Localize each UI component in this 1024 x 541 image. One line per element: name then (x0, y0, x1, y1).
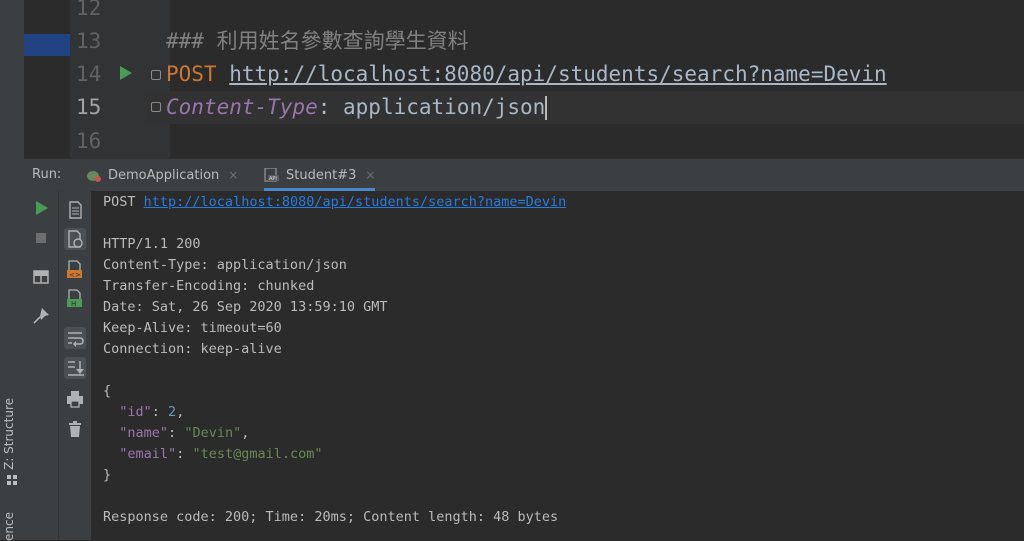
json-value: "test@gmail.com" (192, 446, 323, 462)
json-field: "name": "Devin", (119, 425, 250, 441)
tab-label: Student#3 (286, 168, 357, 183)
header-name: Content-Type (166, 95, 318, 119)
response-header: Keep-Alive: timeout=60 (103, 320, 282, 336)
tab-student-3[interactable]: API Student#3 × (264, 159, 376, 191)
spring-app-icon (87, 171, 101, 182)
response-console[interactable]: POST http://localhost:8080/api/students/… (91, 191, 1024, 540)
rerun-icon[interactable] (30, 197, 52, 219)
tool-tab-partial[interactable]: ence (2, 512, 16, 541)
request-link[interactable]: http://localhost:8080/api/students/searc… (144, 194, 567, 210)
response-toolbar: <> H (59, 191, 91, 540)
stop-icon[interactable] (30, 227, 52, 249)
response-summary: Response code: 200; Time: 20ms; Content … (103, 509, 559, 525)
tab-demo-application[interactable]: DemoApplication × (86, 159, 238, 191)
json-comma: , (241, 425, 250, 441)
status-line: HTTP/1.1 200 (103, 236, 201, 252)
print-icon[interactable] (64, 388, 86, 410)
svg-text:H: H (71, 300, 76, 308)
svg-text:<>: <> (69, 271, 81, 279)
trash-icon[interactable] (64, 418, 86, 440)
close-icon[interactable]: × (228, 168, 238, 182)
scroll-to-end-icon[interactable] (64, 357, 86, 379)
request-url[interactable]: http://localhost:8080/api/students/searc… (229, 62, 886, 86)
response-header: Date: Sat, 26 Sep 2020 13:59:10 GMT (103, 299, 388, 315)
html-file-icon[interactable]: H (64, 288, 86, 310)
fold-marker-icon[interactable] (151, 102, 161, 112)
line-number: 12 (76, 0, 102, 20)
editor-line: 15 Content-Type: application/json (24, 91, 1024, 124)
close-icon[interactable]: × (365, 168, 375, 182)
text-caret (545, 96, 548, 120)
json-comma: , (176, 404, 185, 420)
run-tool-window-header: Run: DemoApplication × API Student#3 × (24, 158, 1024, 192)
request-summary-line: POST http://localhost:8080/api/students/… (103, 192, 566, 213)
json-field: "email": "test@gmail.com" (119, 446, 323, 462)
json-open-brace: { (103, 383, 112, 399)
xml-file-icon[interactable]: <> (64, 259, 86, 281)
soft-wrap-icon[interactable] (64, 327, 86, 349)
editor-line: 14 POST http://localhost:8080/api/studen… (24, 58, 1024, 91)
json-key: "id" (119, 404, 152, 420)
code-comment: ### 利用姓名參數查詢學生資料 (166, 29, 469, 53)
svg-text:API: API (269, 176, 277, 182)
http-method: POST (166, 62, 217, 86)
json-close-brace: } (103, 467, 112, 483)
line-number: 15 (76, 95, 102, 119)
structure-icon (7, 475, 17, 485)
run-toolbar (24, 191, 59, 540)
run-panel-title: Run: (32, 167, 62, 182)
line-number: 13 (76, 29, 102, 53)
document-icon[interactable] (64, 199, 86, 221)
json-key: "name" (119, 425, 169, 441)
tab-label: DemoApplication (108, 168, 220, 183)
editor-line: 12 (24, 0, 1024, 25)
http-request-editor[interactable]: 12 13 ### 利用姓名參數查詢學生資料 14 POST http://lo… (24, 0, 1024, 158)
view-response-icon[interactable] (64, 228, 86, 250)
json-key: "email" (119, 446, 177, 462)
layout-icon[interactable] (30, 266, 52, 288)
header-value: application/json (343, 95, 546, 119)
json-value: "Devin" (184, 425, 242, 441)
response-header: Connection: keep-alive (103, 341, 282, 357)
run-request-icon[interactable] (120, 66, 132, 80)
line-number: 16 (76, 129, 102, 153)
request-line: POST http://localhost:8080/api/students/… (166, 58, 887, 91)
json-value: 2 (168, 404, 177, 420)
header-line: Content-Type: application/json (166, 91, 548, 124)
header-separator: : (317, 95, 344, 119)
api-file-icon: API (264, 168, 279, 182)
json-field: "id": 2, (119, 404, 185, 420)
pin-icon[interactable] (30, 305, 52, 327)
editor-line: 13 ### 利用姓名參數查詢學生資料 (24, 25, 1024, 58)
request-method: POST (103, 194, 136, 210)
fold-marker-icon[interactable] (151, 70, 161, 80)
structure-tool-tab[interactable]: Z: Structure (2, 398, 16, 470)
left-tool-strip: Z: Structure ence (0, 0, 25, 541)
response-header: Content-Type: application/json (103, 257, 347, 273)
response-header: Transfer-Encoding: chunked (103, 278, 315, 294)
editor-line: 16 (24, 125, 1024, 158)
